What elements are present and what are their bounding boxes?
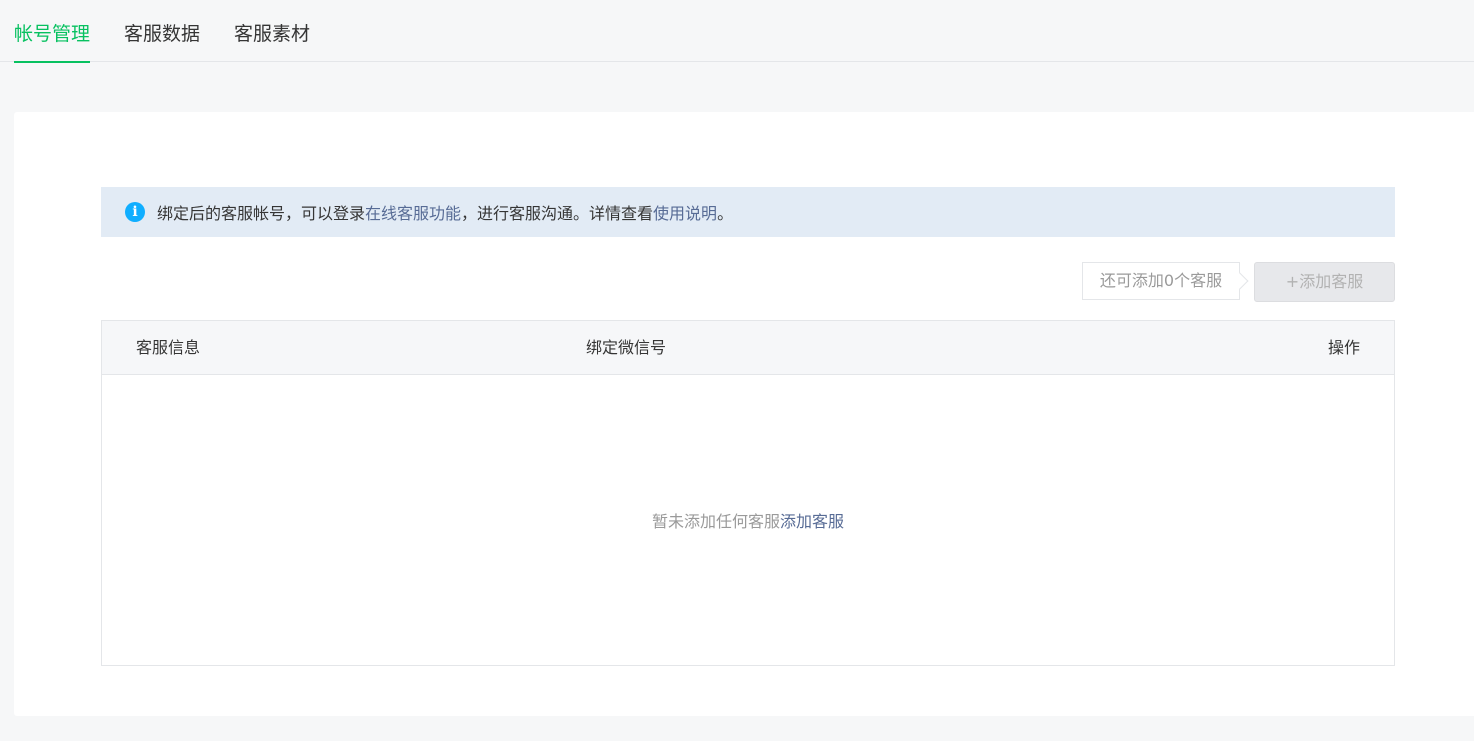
notice-text-before: 绑定后的客服帐号，可以登录 — [157, 204, 366, 223]
empty-add-service-link[interactable]: 添加客服 — [780, 508, 844, 532]
empty-state: 暂未添加任何客服 添加客服 — [102, 375, 1394, 665]
tab-bar: 帐号管理 客服数据 客服素材 — [0, 0, 1474, 63]
column-header-service-info: 客服信息 — [136, 338, 201, 357]
info-notice: i 绑定后的客服帐号，可以登录 在线客服功能 ，进行客服沟通。详情查看 使用说明。 — [101, 187, 1395, 237]
main-card: i 绑定后的客服帐号，可以登录 在线客服功能 ，进行客服沟通。详情查看 使用说明。 还… — [14, 112, 1474, 716]
column-header-wechat-id: 绑定微信号 — [586, 338, 667, 357]
usage-guide-link[interactable]: 使用说明 — [653, 200, 717, 224]
column-header-actions: 操作 — [1327, 338, 1360, 357]
empty-text: 暂未添加任何客服 — [651, 512, 780, 531]
table-header: 客服信息 绑定微信号 操作 — [102, 321, 1394, 375]
tab-account-management[interactable]: 帐号管理 — [14, 0, 91, 63]
quota-tooltip: 还可添加0个客服 — [1082, 262, 1240, 300]
notice-text-middle: ，进行客服沟通。详情查看 — [461, 204, 654, 223]
add-service-button[interactable]: +添加客服 — [1254, 262, 1395, 302]
notice-text-after: 。 — [717, 204, 734, 223]
info-icon: i — [125, 202, 145, 222]
tab-service-data[interactable]: 客服数据 — [124, 0, 200, 62]
service-table: 客服信息 绑定微信号 操作 暂未添加任何客服 添加客服 — [101, 320, 1395, 666]
tab-service-materials[interactable]: 客服素材 — [234, 0, 310, 62]
online-service-link[interactable]: 在线客服功能 — [365, 200, 461, 224]
